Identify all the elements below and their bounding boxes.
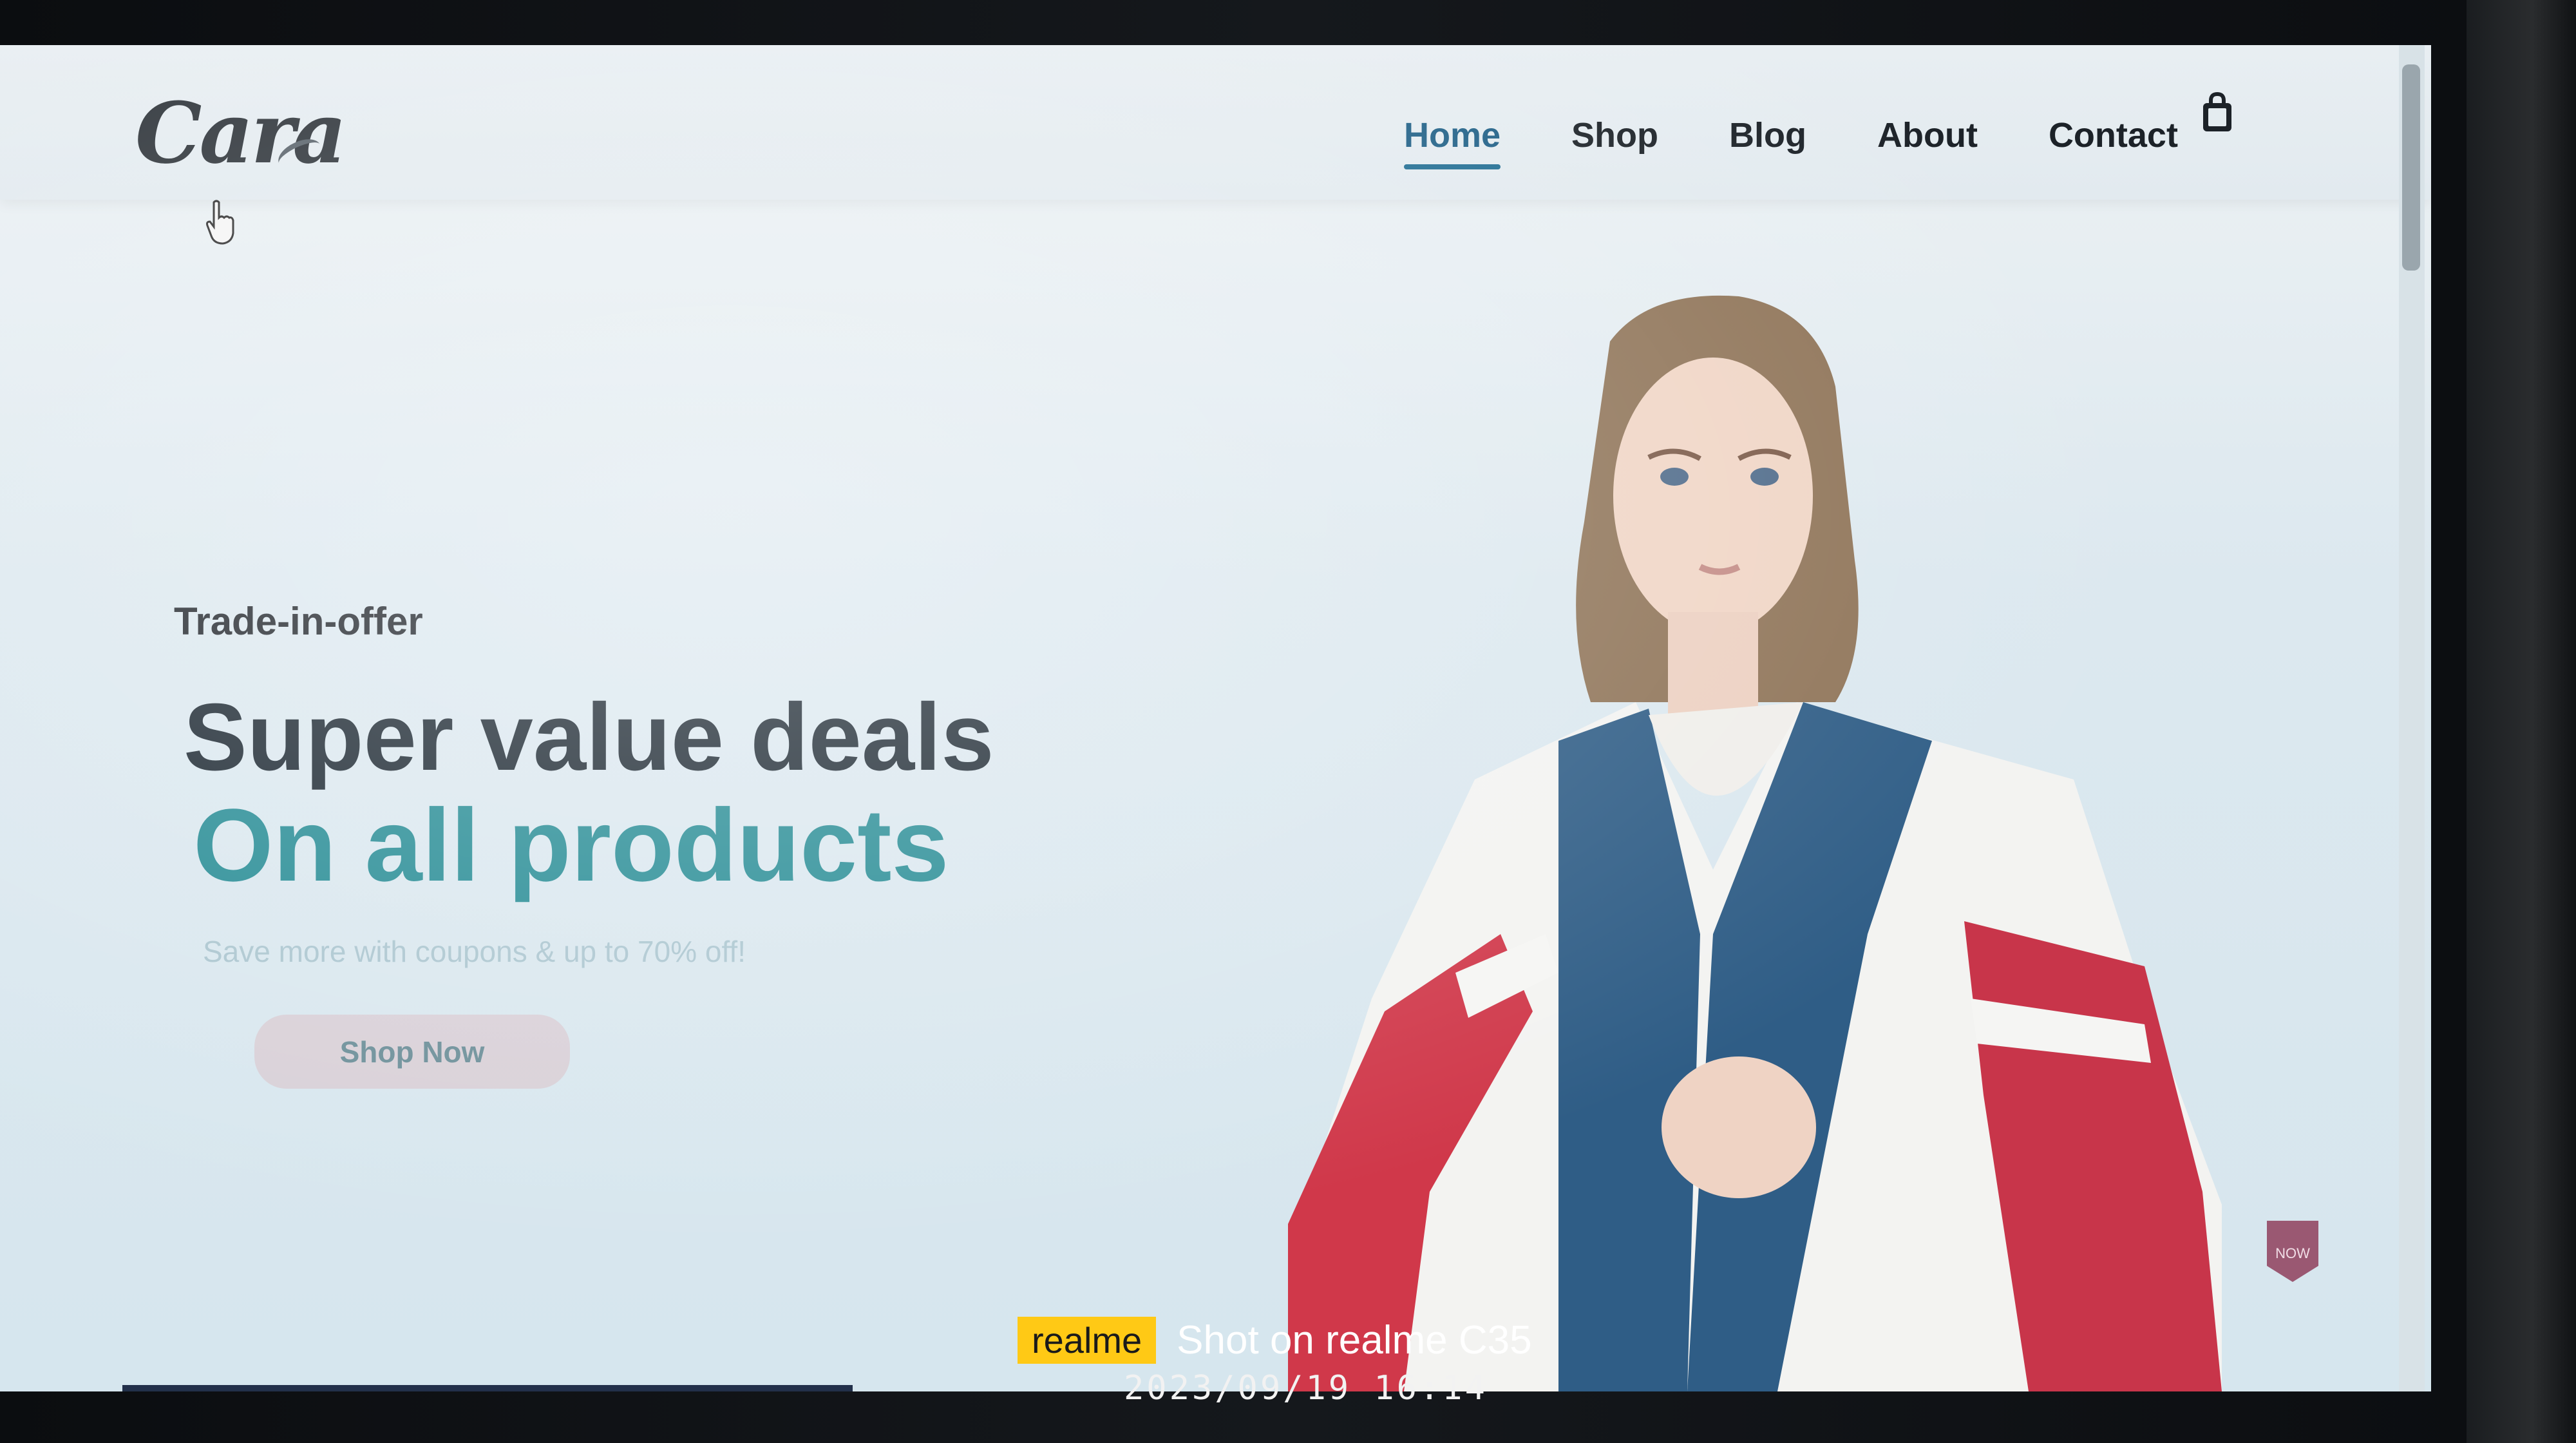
browser-viewport: Cara Home Shop Blog About Contact Trade-… <box>0 45 2431 1391</box>
hero-subtitle-headline: On all products <box>193 787 949 903</box>
nav-blog[interactable]: Blog <box>1729 115 1806 155</box>
photo-timestamp: 2023/09/19 16:14 <box>1124 1369 1488 1408</box>
site-header: Cara Home Shop Blog About Contact <box>0 45 2431 245</box>
monitor-edge <box>2467 0 2576 1443</box>
shopping-bag-icon[interactable] <box>2199 91 2235 134</box>
nav-contact[interactable]: Contact <box>2049 115 2178 155</box>
realme-brand-tag: realme <box>1018 1316 1157 1364</box>
hero-eyebrow: Trade-in-offer <box>174 600 423 643</box>
now-badge-label: NOW <box>2275 1245 2310 1261</box>
scrollbar-thumb[interactable] <box>2402 64 2420 271</box>
shop-now-button[interactable]: Shop Now <box>254 1015 570 1089</box>
nav-shop[interactable]: Shop <box>1571 115 1658 155</box>
camera-watermark: realme Shot on realme C35 <box>1018 1311 1532 1369</box>
hero-model-image <box>1288 295 2222 1391</box>
main-nav: Home Shop Blog About Contact <box>1404 97 2249 174</box>
now-badge-icon[interactable]: NOW <box>2264 1214 2322 1285</box>
hero-title: Super value deals <box>184 684 994 790</box>
nav-home[interactable]: Home <box>1404 115 1501 169</box>
shot-on-label: Shot on realme C35 <box>1177 1317 1532 1362</box>
hand-cursor-icon <box>206 200 234 245</box>
nav-about[interactable]: About <box>1877 115 1978 155</box>
browser-status-url: file:///D:/Youtube/HTML/Ecommerce Websit… <box>122 1385 853 1391</box>
hero-description: Save more with coupons & up to 70% off! <box>203 935 746 968</box>
